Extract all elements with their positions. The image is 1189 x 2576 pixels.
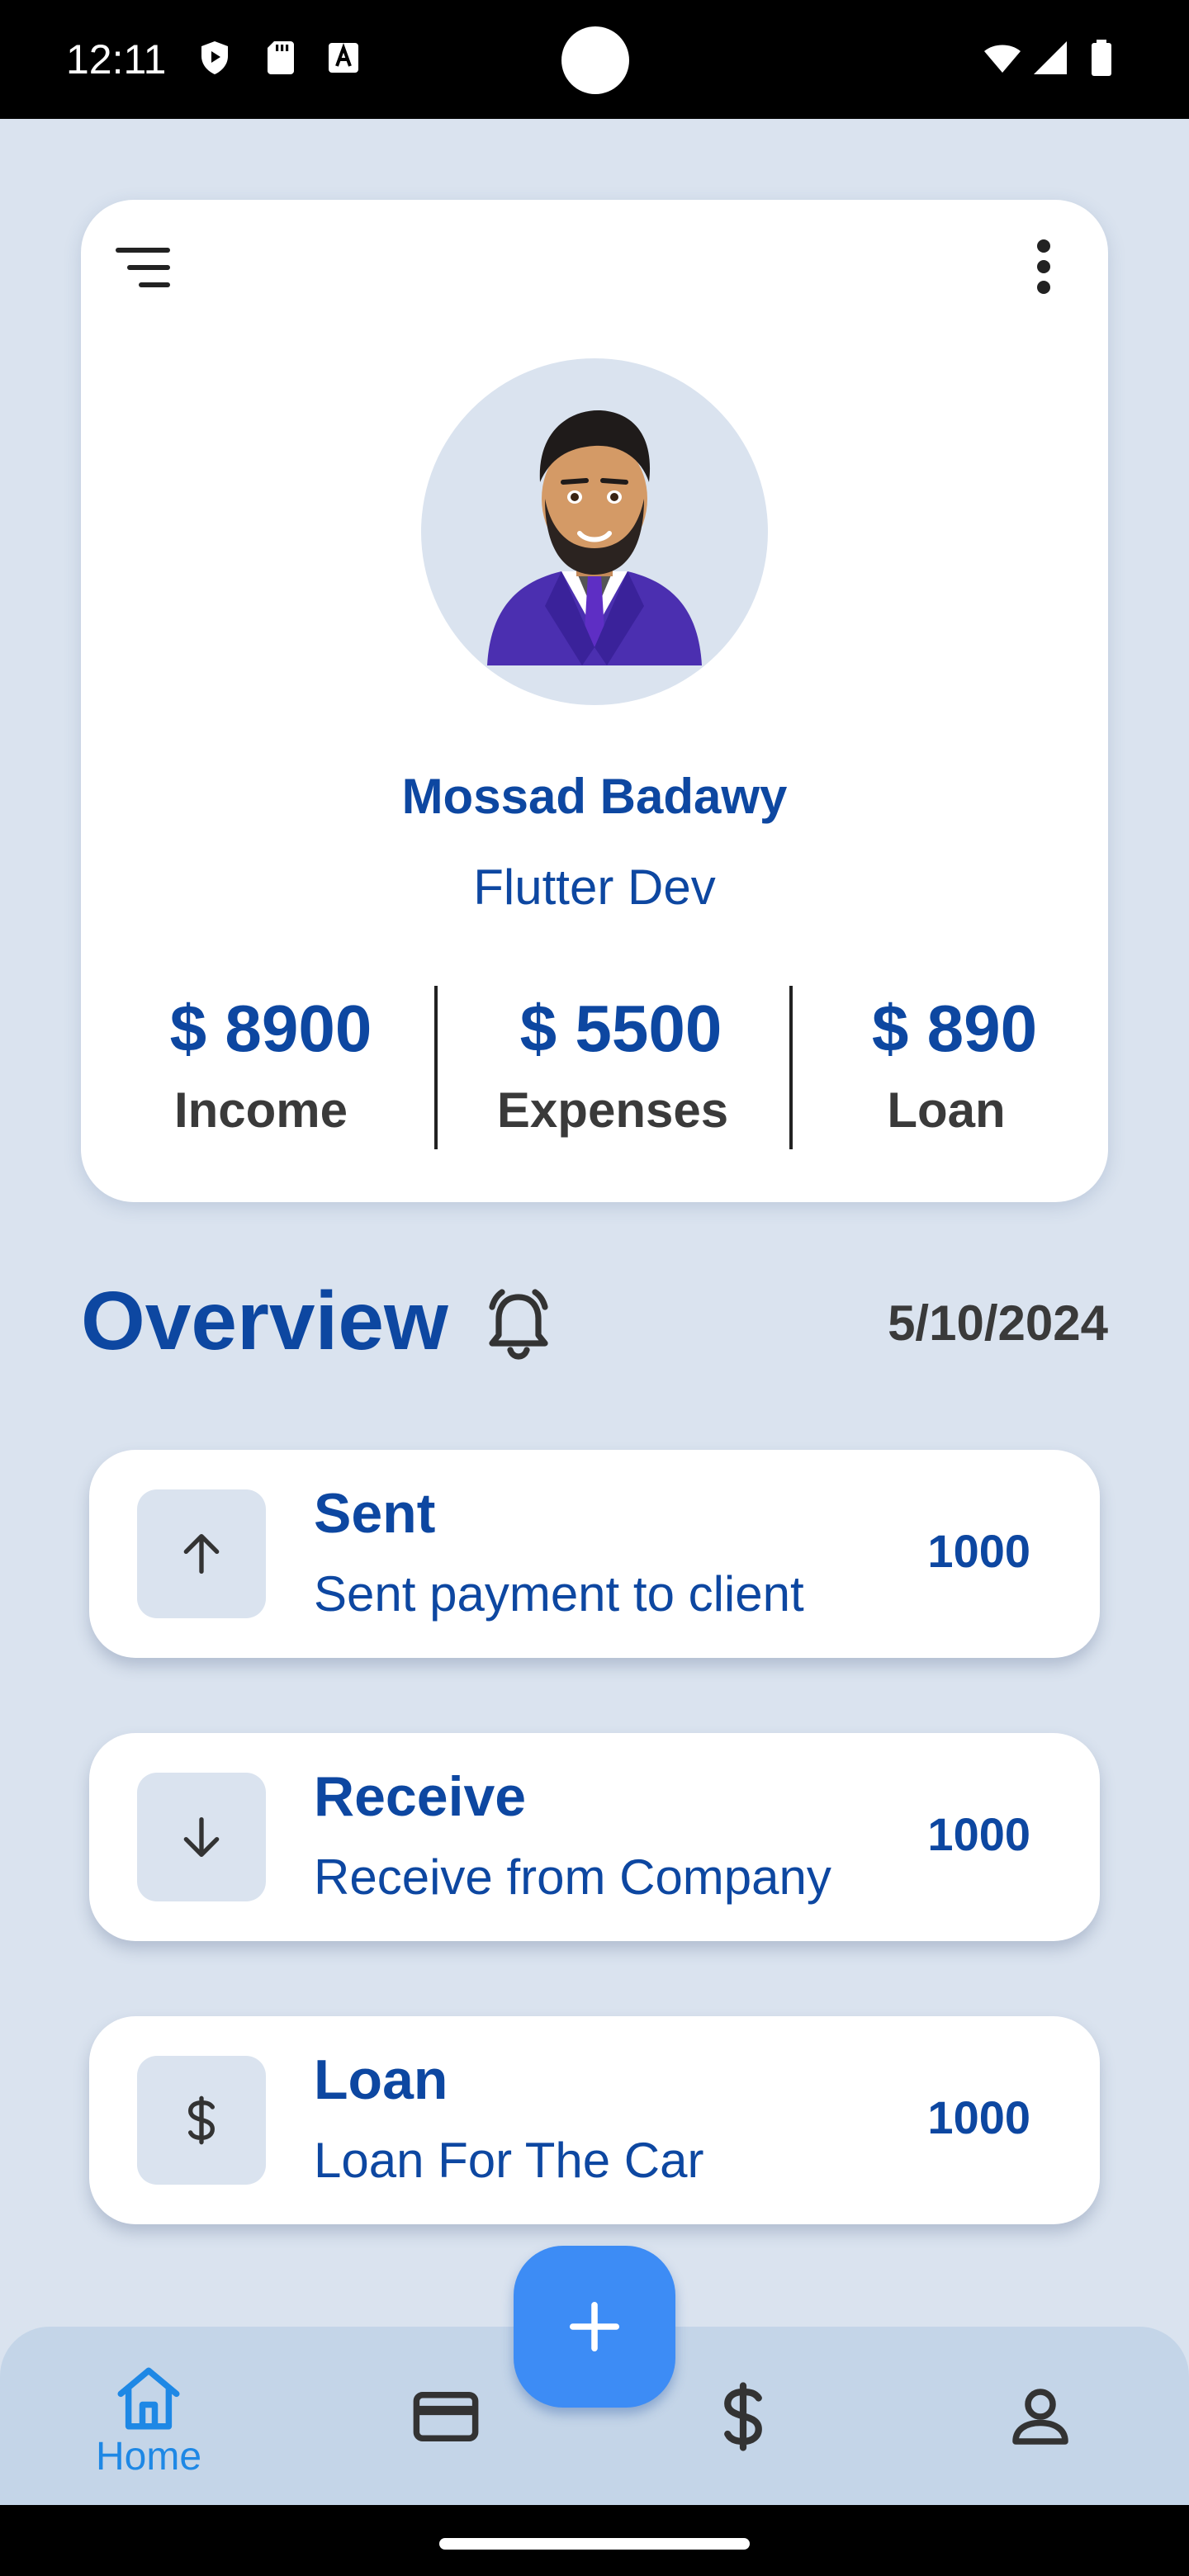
transaction-icon-box <box>137 1773 266 1901</box>
income-label: Income <box>173 1082 348 1138</box>
transaction-card-loan[interactable]: Loan Loan For The Car 1000 <box>89 2016 1100 2224</box>
transaction-title: Receive <box>314 1765 527 1828</box>
keyboard-a-icon <box>329 43 358 73</box>
card-icon <box>413 2392 479 2441</box>
overview-date: 5/10/2024 <box>888 1295 1108 1351</box>
expenses-label: Expenses <box>496 1082 729 1138</box>
arrow-down-icon <box>183 1817 220 1857</box>
arrow-up-icon <box>183 1534 220 1574</box>
transaction-card-sent[interactable]: Sent Sent payment to client 1000 <box>89 1450 1100 1658</box>
battery-icon <box>1092 40 1111 76</box>
transaction-amount: 1000 <box>927 2091 1030 2143</box>
sd-card-icon <box>268 41 294 74</box>
camera-cutout <box>561 26 629 94</box>
income-value: $ 8900 <box>169 992 372 1065</box>
loan-label: Loan <box>887 1082 1006 1138</box>
signal-icon <box>1034 41 1067 74</box>
expenses-value: $ 5500 <box>519 992 722 1065</box>
overview-title: Overview <box>81 1275 448 1367</box>
transaction-amount: 1000 <box>927 1525 1030 1577</box>
transaction-amount: 1000 <box>927 1808 1030 1860</box>
wifi-icon <box>984 45 1021 73</box>
shield-play-icon <box>201 41 228 74</box>
stat-divider <box>434 986 438 1149</box>
person-icon <box>1012 2389 1068 2445</box>
status-time: 12:11 <box>66 36 167 83</box>
profile-name: Mossad Badawy <box>401 769 788 824</box>
add-button[interactable] <box>514 2246 675 2408</box>
dollar-icon <box>187 2095 216 2145</box>
transaction-description: Sent payment to client <box>314 1566 804 1622</box>
gesture-handle[interactable] <box>439 2538 750 2550</box>
menu-icon[interactable] <box>116 244 173 291</box>
more-options-icon[interactable] <box>1027 238 1060 296</box>
plus-icon <box>569 2301 620 2352</box>
transaction-card-receive[interactable]: Receive Receive from Company 1000 <box>89 1733 1100 1941</box>
transaction-title: Loan <box>314 2048 448 2111</box>
loan-value: $ 890 <box>871 992 1038 1065</box>
transaction-title: Sent <box>314 1482 436 1545</box>
nav-item-profile[interactable] <box>950 2345 1131 2493</box>
home-icon <box>117 2367 180 2430</box>
nav-item-cards[interactable] <box>355 2345 537 2493</box>
transaction-icon-box <box>137 2056 266 2185</box>
avatar <box>421 358 768 705</box>
avatar-illustration <box>487 410 702 665</box>
transaction-description: Receive from Company <box>314 1849 831 1905</box>
dollar-icon <box>724 2382 762 2451</box>
nav-item-finance[interactable] <box>652 2345 834 2493</box>
nav-label-home: Home <box>95 2435 202 2479</box>
stat-divider <box>789 986 793 1149</box>
transaction-icon-box <box>137 1489 266 1618</box>
transaction-description: Loan For The Car <box>314 2133 704 2188</box>
profile-role: Flutter Dev <box>473 859 716 915</box>
bell-alarm-icon[interactable] <box>479 1284 558 1363</box>
